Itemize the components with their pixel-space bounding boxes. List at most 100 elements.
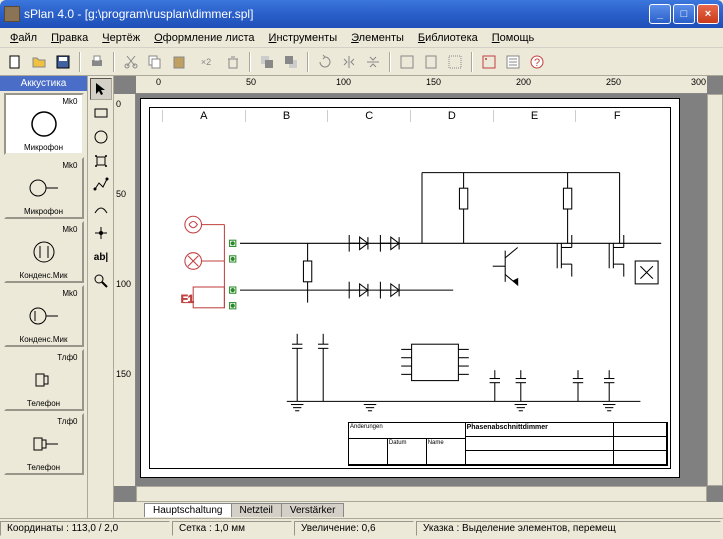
save-button[interactable]	[52, 51, 74, 73]
list-icon	[505, 54, 521, 70]
rect-icon	[93, 105, 109, 121]
curve-tool[interactable]	[90, 198, 112, 220]
menubar: Файл Правка Чертёж Оформление листа Инст…	[0, 28, 723, 48]
node-icon	[93, 225, 109, 241]
to-back-icon	[283, 54, 299, 70]
zoom-page-icon	[423, 54, 439, 70]
status-grid: Сетка : 1,0 мм	[172, 521, 292, 536]
rotate-button[interactable]	[314, 51, 336, 73]
component-item[interactable]: Mk0 Конденс.Мик	[4, 221, 84, 283]
menu-help[interactable]: Помощь	[486, 30, 541, 46]
curve-icon	[93, 201, 109, 217]
component-sidebar: Аккустика Mk0 Микрофон Mk0 Микрофон Mk0 …	[0, 76, 88, 518]
titlebar: sPlan 4.0 - [g:\program\rusplan\dimmer.s…	[0, 0, 723, 28]
status-coords: Координаты : 113,0 / 2,0	[0, 521, 170, 536]
capacitor-mic-icon	[24, 234, 64, 270]
menu-tools[interactable]: Инструменты	[263, 30, 344, 46]
mirror-v-icon	[365, 54, 381, 70]
zoom-fit-button[interactable]	[396, 51, 418, 73]
zoom-fit-icon	[399, 54, 415, 70]
component-item[interactable]: Mk0 Конденс.Мик	[4, 285, 84, 347]
to-front-button[interactable]	[256, 51, 278, 73]
statusbar: Координаты : 113,0 / 2,0 Сетка : 1,0 мм …	[0, 518, 723, 538]
menu-elements[interactable]: Элементы	[345, 30, 410, 46]
circle-icon	[93, 129, 109, 145]
pointer-tool[interactable]	[90, 78, 112, 100]
menu-page-layout[interactable]: Оформление листа	[148, 30, 260, 46]
copy-icon	[147, 54, 163, 70]
help-button[interactable]: ?	[526, 51, 548, 73]
component-item[interactable]: Mk0 Микрофон	[4, 93, 84, 155]
new-icon	[7, 54, 23, 70]
titleblock: Änderungen DatumName Phasenabschnittdimm…	[348, 422, 668, 466]
open-button[interactable]	[28, 51, 50, 73]
sheet-tabs: Hauptschaltung Netzteil Verstärker	[114, 502, 723, 518]
close-button[interactable]: ×	[697, 4, 719, 24]
toggle-grid-button[interactable]	[478, 51, 500, 73]
open-icon	[31, 54, 47, 70]
copy-button[interactable]	[144, 51, 166, 73]
to-back-button[interactable]	[280, 51, 302, 73]
mirror-v-button[interactable]	[362, 51, 384, 73]
phone-icon	[24, 362, 64, 398]
node-tool[interactable]	[90, 222, 112, 244]
polyline-icon	[93, 177, 109, 193]
text-tool[interactable]: ab|	[90, 246, 112, 268]
menu-library[interactable]: Библиотека	[412, 30, 484, 46]
scrollbar-horizontal[interactable]	[136, 486, 707, 502]
save-icon	[55, 54, 71, 70]
drawing-canvas[interactable]: A B C D E F F1	[140, 98, 680, 478]
print-button[interactable]	[86, 51, 108, 73]
maximize-button[interactable]: □	[673, 4, 695, 24]
component-item[interactable]: Тлф0 Телефон	[4, 413, 84, 475]
minimize-button[interactable]: _	[649, 4, 671, 24]
paste-icon	[171, 54, 187, 70]
sheet-tab[interactable]: Netzteil	[231, 503, 282, 517]
sidebar-category-tab[interactable]: Аккустика	[0, 76, 87, 91]
mirror-h-icon	[341, 54, 357, 70]
status-zoom: Увеличение: 0,6	[294, 521, 414, 536]
column-headers: A B C D E F	[162, 110, 658, 122]
component-item[interactable]: Mk0 Микрофон	[4, 157, 84, 219]
zoom-sel-button[interactable]	[444, 51, 466, 73]
pointer-icon	[93, 81, 109, 97]
zoom-icon	[93, 273, 109, 289]
circle-tool[interactable]	[90, 126, 112, 148]
sheet-tab[interactable]: Hauptschaltung	[144, 503, 232, 517]
scrollbar-vertical[interactable]	[707, 94, 723, 486]
component-item[interactable]: Тлф0 Телефон	[4, 349, 84, 411]
microphone-icon	[24, 106, 64, 142]
list-button[interactable]	[502, 51, 524, 73]
special-icon	[93, 153, 109, 169]
to-front-icon	[259, 54, 275, 70]
zoom-sel-icon	[447, 54, 463, 70]
canvas-area: 0 50 100 150 200 250 300 0 50 100 150 A …	[114, 76, 723, 518]
cut-button[interactable]	[120, 51, 142, 73]
rect-tool[interactable]	[90, 102, 112, 124]
delete-button[interactable]	[222, 51, 244, 73]
grid-icon	[481, 54, 497, 70]
microphone-icon	[24, 170, 64, 206]
trash-icon	[225, 54, 241, 70]
polyline-tool[interactable]	[90, 174, 112, 196]
menu-edit[interactable]: Правка	[45, 30, 94, 46]
special-tool[interactable]	[90, 150, 112, 172]
menu-drawing[interactable]: Чертёж	[96, 30, 146, 46]
phone-icon	[24, 426, 64, 462]
toolbar: ×2 ?	[0, 48, 723, 76]
paste-button[interactable]	[168, 51, 190, 73]
draw-tools: ab|	[88, 76, 114, 518]
window-title: sPlan 4.0 - [g:\program\rusplan\dimmer.s…	[24, 7, 649, 21]
menu-file[interactable]: Файл	[4, 30, 43, 46]
duplicate-button[interactable]: ×2	[192, 51, 220, 73]
print-icon	[89, 54, 105, 70]
ruler-vertical: 0 50 100 150	[114, 94, 136, 486]
cut-icon	[123, 54, 139, 70]
sheet-tab[interactable]: Verstärker	[281, 503, 345, 517]
zoom-tool[interactable]	[90, 270, 112, 292]
mirror-h-button[interactable]	[338, 51, 360, 73]
svg-text:F1: F1	[181, 294, 194, 306]
new-button[interactable]	[4, 51, 26, 73]
ruler-horizontal: 0 50 100 150 200 250 300	[136, 76, 707, 94]
zoom-page-button[interactable]	[420, 51, 442, 73]
